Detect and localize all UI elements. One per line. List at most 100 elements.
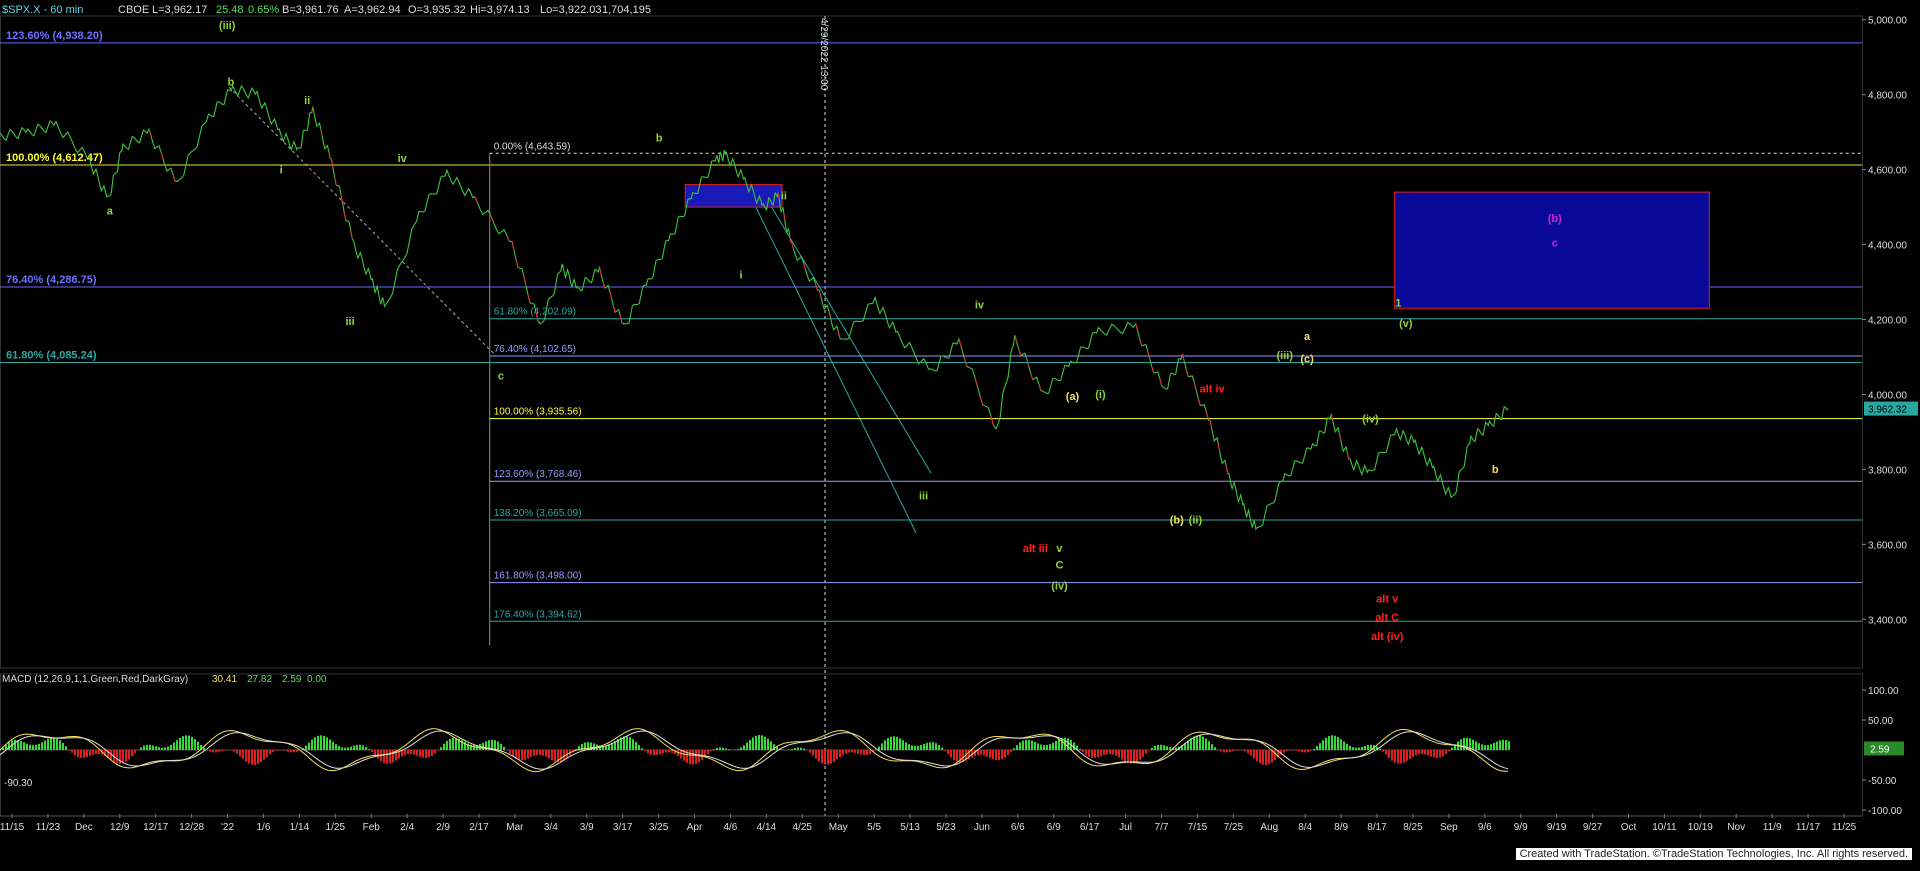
macd-hist-bar	[1505, 740, 1507, 750]
macd-hist-bar	[254, 750, 256, 765]
macd-hist-bar	[353, 746, 355, 750]
macd-hist-bar	[893, 736, 895, 750]
macd-y-tick-label: 100.00	[1868, 686, 1899, 697]
macd-hist-bar	[1313, 749, 1315, 750]
macd-value-1: 30.41	[212, 674, 237, 685]
macd-hist-bar	[836, 750, 838, 760]
macd-hist-bar	[695, 750, 697, 764]
x-tick-label: Jun	[974, 822, 990, 833]
macd-hist-bar	[1145, 750, 1147, 754]
macd-hist-bar	[743, 745, 745, 750]
macd-hist-bar	[986, 750, 988, 757]
macd-hist-bar	[377, 750, 379, 758]
macd-hist-bar	[416, 750, 418, 756]
macd-hist-bar	[1460, 739, 1462, 750]
macd-hist-bar	[551, 750, 553, 760]
x-tick-label: Apr	[687, 822, 703, 833]
macd-hist-bar	[248, 750, 250, 764]
macd-hist-bar	[650, 750, 652, 755]
macd-hist-bar	[833, 750, 835, 762]
macd-hist-bar	[854, 750, 856, 753]
y-tick-label: 5,000.00	[1868, 16, 1907, 27]
y-tick-label: 3,600.00	[1868, 540, 1907, 551]
wave-label: v	[1056, 543, 1063, 555]
macd-hist-bar	[1415, 750, 1417, 755]
macd-hist-bar	[998, 750, 1000, 760]
macd-hist-bar	[1403, 750, 1405, 763]
macd-hist-bar	[239, 750, 241, 756]
macd-hist-bar	[1043, 745, 1045, 750]
macd-hist-bar	[1109, 750, 1111, 754]
x-tick-label: 6/9	[1047, 822, 1061, 833]
macd-hist-bar	[638, 745, 640, 750]
macd-hist-bar	[1244, 750, 1246, 751]
macd-hist-bar	[1487, 745, 1489, 750]
macd-hist-bar	[1262, 750, 1264, 765]
wave-label: (i)	[1095, 389, 1106, 401]
macd-hist-bar	[1001, 750, 1003, 759]
macd-hist-bar	[1253, 750, 1255, 758]
macd-hist-bar	[1046, 745, 1048, 750]
macd-hist-bar	[995, 750, 997, 760]
macd-hist-bar	[425, 750, 427, 758]
wave-label: iii	[919, 490, 928, 502]
macd-hist-bar	[374, 750, 376, 755]
macd-hist-bar	[32, 745, 34, 750]
macd-hist-bar	[236, 750, 238, 754]
macd-hist-bar	[1316, 746, 1318, 750]
x-tick-label: 8/4	[1298, 822, 1312, 833]
macd-hist-bar	[1256, 750, 1258, 761]
macd-hist-bar	[1088, 750, 1090, 757]
macd-hist-bar	[347, 747, 349, 750]
macd-hist-bar	[1220, 750, 1222, 751]
x-tick-label: 4/25	[793, 822, 813, 833]
x-tick-label: 9/27	[1583, 822, 1603, 833]
macd-hist-bar	[1034, 742, 1036, 750]
macd-hist-bar	[338, 746, 340, 750]
macd-hist-bar	[560, 750, 562, 762]
macd-hist-bar	[221, 750, 223, 751]
macd-hist-bar	[1085, 750, 1087, 755]
macd-hist-bar	[83, 750, 85, 758]
macd-hist-bar	[1481, 744, 1483, 750]
exchange-label: CBOE	[118, 4, 149, 16]
macd-hist-bar	[257, 750, 259, 764]
macd-hist-bar	[881, 743, 883, 750]
volume-value: 1,704,195	[602, 4, 651, 16]
fib-label: 100.00% (3,935.56)	[494, 407, 582, 418]
macd-hist-bar	[1406, 750, 1408, 761]
y-tick-label: 4,400.00	[1868, 241, 1907, 252]
y-tick-label: 3,400.00	[1868, 615, 1907, 626]
wave-label: b	[1492, 464, 1499, 476]
macd-hist-bar	[503, 747, 505, 750]
macd-hist-bar	[44, 741, 46, 750]
macd-hist-bar	[800, 748, 802, 750]
macd-hist-bar	[1142, 750, 1144, 757]
macd-hist-bar	[1463, 738, 1465, 750]
x-tick-label: 11/23	[36, 822, 61, 833]
x-tick-label: 11/17	[1796, 822, 1821, 833]
macd-hist-bar	[926, 743, 928, 750]
x-tick-label: 5/5	[867, 822, 881, 833]
macd-hist-bar	[89, 750, 91, 756]
macd-hist-bar	[764, 737, 766, 750]
macd-hist-bar	[626, 736, 628, 750]
macd-hist-bar	[131, 750, 133, 756]
macd-hist-bar	[755, 736, 757, 750]
macd-hist-bar	[143, 746, 145, 750]
macd-hist-bar	[344, 748, 346, 750]
macd-hist-bar	[896, 737, 898, 750]
macd-hist-bar	[500, 744, 502, 750]
wave-label: iii	[345, 316, 354, 328]
macd-hist-bar	[1160, 745, 1162, 750]
x-tick-label: Jul	[1119, 822, 1132, 833]
macd-hist-bar	[1166, 746, 1168, 750]
macd-hist-bar	[593, 743, 595, 750]
macd-hist-bar	[410, 750, 412, 754]
macd-hist-bar	[242, 750, 244, 759]
macd-hist-bar	[1247, 750, 1249, 753]
macd-hist-bar	[1268, 750, 1270, 764]
fib-label: 76.40% (4,102.65)	[494, 344, 576, 355]
macd-hist-bar	[386, 750, 388, 764]
x-tick-label: 7/7	[1155, 822, 1169, 833]
